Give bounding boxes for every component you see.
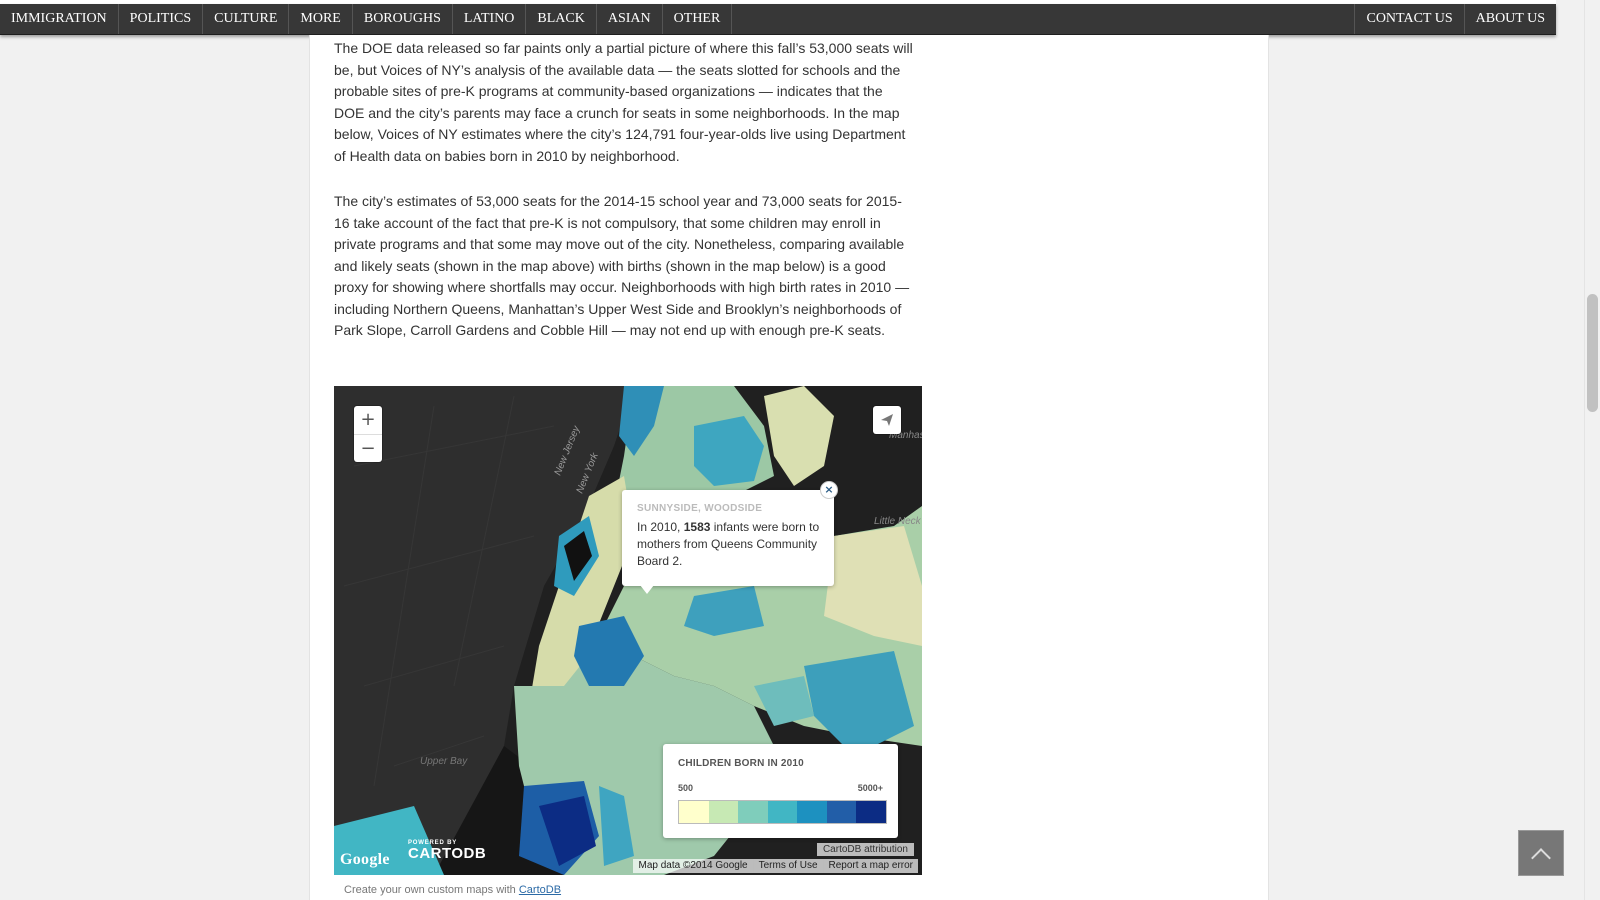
zoom-out-button[interactable]: − — [354, 434, 382, 463]
nav-item-other[interactable]: OTHER — [663, 4, 733, 34]
region-info-popup: SUNNYSIDE, WOODSIDE In 2010, 1583 infant… — [622, 490, 834, 594]
nav-item-asian[interactable]: ASIAN — [597, 4, 663, 34]
map-legend: CHILDREN BORN IN 2010 500 5000+ — [663, 744, 898, 838]
label-upper-bay: Upper Bay — [420, 756, 468, 767]
legend-color-ramp — [678, 800, 887, 824]
popup-text: In 2010, 1583 infants were born to mothe… — [637, 520, 820, 568]
zoom-in-button[interactable]: + — [354, 406, 382, 434]
report-map-error-link[interactable]: Report a map error — [822, 859, 918, 873]
article-paragraph-2: The city’s estimates of 53,000 seats for… — [334, 193, 910, 338]
legend-swatch — [856, 801, 887, 823]
popup-count: 1583 — [683, 520, 711, 534]
nav-right-group: CONTACT US ABOUT US — [1354, 4, 1556, 34]
legend-swatch — [708, 801, 739, 823]
map-data-bar: Map data ©2014 Google Terms of Use Report … — [633, 859, 918, 873]
nav-item-black[interactable]: BLACK — [526, 4, 597, 34]
nav-item-culture[interactable]: CULTURE — [203, 4, 290, 34]
scrollbar-thumb[interactable] — [1587, 294, 1598, 412]
cartodb-logo: POWERED BY CARTODB — [408, 840, 486, 862]
legend-swatch — [826, 801, 857, 823]
map-caption: Create your own custom maps with CartoDB — [344, 884, 562, 896]
popup-arrow — [640, 585, 654, 594]
google-logo: Google — [340, 851, 390, 868]
nav-item-politics[interactable]: POLITICS — [119, 4, 204, 34]
cartodb-wordmark: CARTODB — [408, 845, 487, 862]
label-little-neck-bay: Little Neck Bay — [874, 516, 922, 527]
legend-max: 5000+ — [857, 783, 883, 793]
page-scrollbar[interactable] — [1584, 0, 1600, 900]
scroll-to-top-button[interactable] — [1518, 830, 1564, 876]
cartodb-attribution[interactable]: CartoDB attribution — [816, 843, 914, 856]
share-button[interactable] — [873, 406, 901, 434]
nav-item-more[interactable]: MORE — [289, 4, 353, 34]
map-data-credit: Map data ©2014 Google — [638, 860, 748, 871]
nav-item-immigration[interactable]: IMMIGRATION — [0, 4, 119, 34]
popup-title: SUNNYSIDE, WOODSIDE — [637, 503, 763, 514]
nav-item-boroughs[interactable]: BOROUGHS — [353, 4, 453, 34]
legend-swatch — [679, 801, 709, 823]
legend-swatch — [767, 801, 798, 823]
article-paragraph-1: The DOE data released so far paints only… — [334, 40, 913, 164]
nav-item-latino[interactable]: LATINO — [453, 4, 527, 34]
legend-min: 500 — [678, 783, 694, 793]
terms-of-use-link[interactable]: Terms of Use — [752, 859, 823, 873]
legend-swatch — [797, 801, 827, 823]
legend-swatch — [738, 801, 768, 823]
sidebar-column — [925, 35, 1269, 900]
choropleth-map[interactable]: New Jersey New York Upper Bay Little Nec… — [334, 386, 922, 875]
popup-close-button[interactable]: × — [820, 481, 838, 499]
cartodb-link[interactable]: CartoDB — [519, 884, 561, 896]
paper-plane-icon — [881, 414, 893, 426]
top-nav: IMMIGRATION POLITICS CULTURE MORE BOROUGHS LA… — [0, 4, 1556, 35]
nav-left-group: IMMIGRATION POLITICS CULTURE MORE BOROUGHS LA… — [0, 4, 733, 34]
nav-item-contact-us[interactable]: CONTACT US — [1354, 4, 1463, 34]
region-east-bronx — [764, 386, 834, 486]
nav-item-about-us[interactable]: ABOUT US — [1463, 4, 1556, 34]
zoom-control: + − — [354, 406, 382, 462]
legend-title: CHILDREN BORN IN 2010 — [678, 758, 804, 769]
